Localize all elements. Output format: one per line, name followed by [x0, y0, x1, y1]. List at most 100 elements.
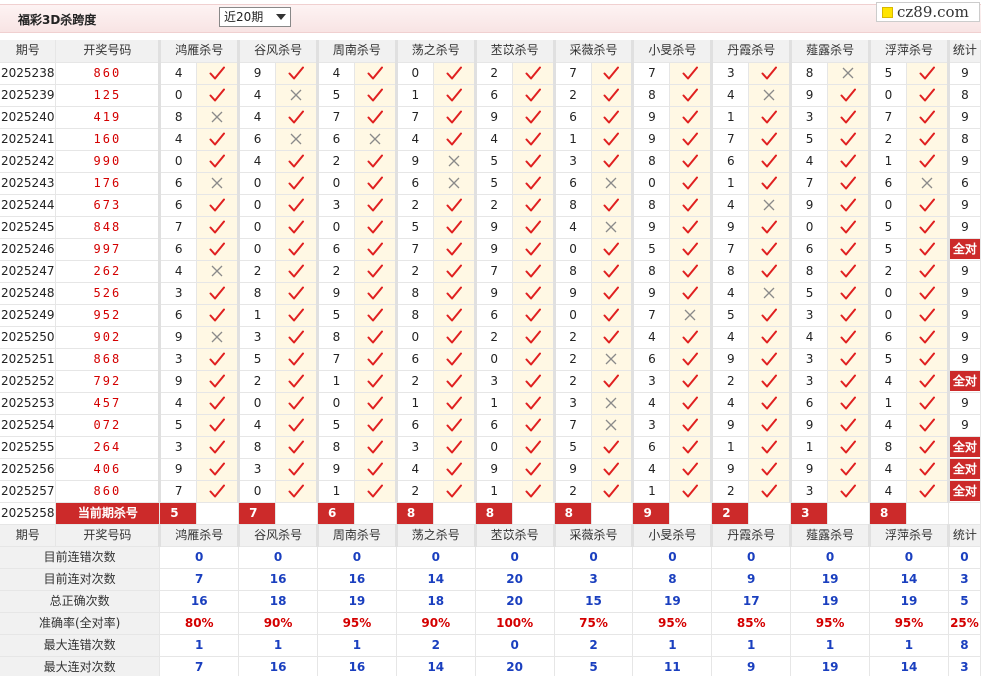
result-mark-cell: [275, 392, 318, 415]
summary-value: 16: [317, 656, 397, 676]
kill-number-cell: 4: [868, 458, 907, 481]
summary-value: 7: [159, 568, 240, 591]
kill-number-cell: 1: [710, 436, 750, 459]
summary-value: 17: [711, 590, 792, 613]
summary-row: 最大连错次数 1 1 1 2 0 2 1 1 1 1 8: [0, 634, 981, 657]
cross-icon: [606, 419, 617, 431]
current-kill-number: 8: [475, 502, 513, 525]
result-mark-cell: [591, 216, 634, 239]
check-icon: [288, 440, 305, 454]
result-mark-cell: [906, 348, 949, 371]
result-mark-cell: [433, 150, 476, 173]
stat-cell: 9: [946, 194, 981, 217]
cross-icon: [606, 397, 617, 409]
result-mark-cell: [906, 414, 949, 437]
kill-number-cell: 4: [631, 326, 671, 349]
check-icon: [288, 352, 305, 366]
check-icon: [288, 484, 305, 498]
result-mark-cell: [827, 480, 871, 503]
result-mark-cell: [748, 282, 792, 305]
site-logo[interactable]: cz89.com: [876, 2, 980, 22]
kill-number-cell: 9: [789, 414, 829, 437]
result-mark-cell: [275, 216, 318, 239]
summary-value: 16: [159, 590, 240, 613]
check-icon: [209, 352, 226, 366]
check-icon: [288, 176, 305, 190]
check-icon: [367, 66, 383, 80]
period-range-select[interactable]: 近20期: [219, 7, 291, 27]
result-mark-cell: [591, 62, 634, 85]
kill-number-cell: 9: [789, 84, 829, 107]
kill-number-cell: 1: [394, 392, 434, 415]
summary-value: 85%: [711, 612, 792, 635]
kill-number-cell: 1: [868, 150, 907, 173]
check-icon: [919, 440, 935, 454]
kill-number-cell: 1: [316, 370, 355, 393]
check-icon: [840, 220, 857, 234]
kill-number-cell: 7: [158, 480, 198, 503]
draw-code-cell: 868: [55, 348, 161, 371]
check-icon: [682, 484, 699, 498]
kill-number-cell: 2: [394, 370, 434, 393]
result-mark-cell: [906, 62, 949, 85]
kill-number-cell: 4: [710, 326, 750, 349]
check-icon: [682, 352, 699, 366]
check-icon: [761, 66, 778, 80]
result-mark-cell: [512, 458, 555, 481]
kill-number-cell: 3: [158, 348, 198, 371]
summary-value: 16: [238, 656, 318, 676]
check-icon: [761, 396, 778, 410]
result-mark-cell: [354, 194, 397, 217]
kill-number-cell: 9: [473, 106, 513, 129]
kill-number-cell: 3: [158, 436, 198, 459]
kill-number-cell: 1: [710, 106, 750, 129]
check-icon: [525, 66, 541, 80]
stat-cell: 全对: [946, 370, 981, 393]
kill-number-cell: 2: [316, 150, 355, 173]
kill-number-cell: 9: [473, 282, 513, 305]
check-icon: [603, 66, 620, 80]
result-mark-cell: [433, 128, 476, 151]
kill-number-cell: 3: [789, 480, 829, 503]
result-mark-cell: [275, 370, 318, 393]
kill-number-cell: 9: [237, 62, 277, 85]
kill-number-cell: 2: [552, 326, 592, 349]
kill-number-cell: 8: [552, 194, 592, 217]
summary-value: 18: [396, 590, 476, 613]
result-mark-cell: [196, 392, 240, 415]
check-icon: [840, 396, 857, 410]
check-icon: [446, 440, 462, 454]
current-kill-label: 当前期杀号: [55, 502, 161, 525]
check-icon: [446, 418, 462, 432]
check-icon: [525, 154, 541, 168]
summary-value: 1: [711, 634, 792, 657]
result-mark-cell: [827, 106, 871, 129]
draw-code-cell: 860: [55, 62, 161, 85]
check-icon: [761, 330, 778, 344]
result-mark-cell: [512, 216, 555, 239]
summary-value: 2: [554, 634, 634, 657]
result-mark-cell: [591, 194, 634, 217]
check-icon: [682, 264, 699, 278]
check-icon: [840, 110, 857, 124]
check-icon: [288, 220, 305, 234]
result-mark-cell: [512, 84, 555, 107]
kill-number-cell: 9: [473, 458, 513, 481]
current-empty-cell: [275, 502, 318, 525]
stat-cell: 9: [946, 414, 981, 437]
result-mark-cell: [196, 458, 240, 481]
result-mark-cell: [433, 304, 476, 327]
result-mark-cell: [275, 172, 318, 195]
kill-number-cell: 6: [237, 128, 277, 151]
check-icon: [840, 330, 857, 344]
kill-number-cell: 5: [789, 128, 829, 151]
kill-number-cell: 8: [789, 62, 829, 85]
check-icon: [209, 198, 226, 212]
title-band: [0, 4, 981, 33]
all-right-badge: 全对: [951, 458, 980, 479]
check-icon: [761, 462, 778, 476]
check-icon: [682, 418, 699, 432]
check-icon: [525, 374, 541, 388]
kill-number-cell: 3: [631, 370, 671, 393]
kill-number-cell: 9: [552, 282, 592, 305]
